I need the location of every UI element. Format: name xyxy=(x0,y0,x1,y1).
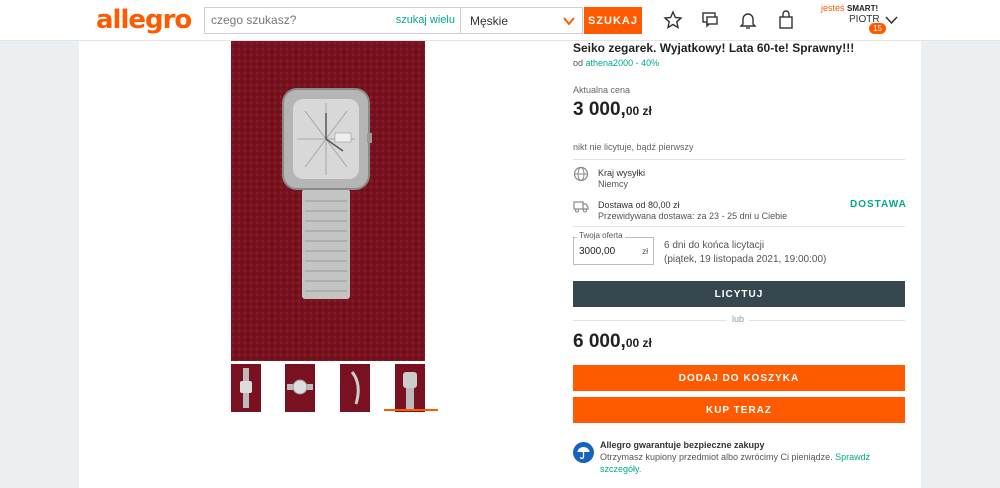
offer-field[interactable]: zł xyxy=(573,237,654,265)
category-value: Męskie xyxy=(470,14,509,28)
time-left: 6 dni do końca licytacji xyxy=(664,240,765,251)
smart-prefix: jesteś xyxy=(821,3,845,13)
delivery-link[interactable]: DOSTAWA xyxy=(850,199,907,210)
divider xyxy=(573,226,905,227)
product-card: Seiko zegarek. Wyjatkowy! Lata 60-te! Sp… xyxy=(79,41,921,488)
user-chevron-icon[interactable] xyxy=(885,14,898,26)
thumbnail-4[interactable] xyxy=(395,364,425,412)
smart-label[interactable]: jesteś SMART! xyxy=(821,3,878,13)
delivery-eta: Przewidywana dostawa: za 23 - 25 dni u C… xyxy=(598,211,788,221)
offer-currency: zł xyxy=(642,247,648,256)
bag-icon[interactable] xyxy=(776,10,796,30)
globe-icon xyxy=(573,166,589,182)
guarantee-description: Otrzymasz kupiony przedmiot albo zwrócim… xyxy=(600,452,833,462)
shipping-country-label: Kraj wysyłki xyxy=(598,168,646,178)
star-icon[interactable] xyxy=(663,10,683,30)
bid-button[interactable]: LICYTUJ xyxy=(573,281,905,307)
shipping-country: Niemcy xyxy=(598,179,629,189)
search-input[interactable] xyxy=(211,13,391,27)
guarantee-title: Allegro gwarantuje bezpieczne zakupy xyxy=(600,440,765,450)
thumbnail-3[interactable] xyxy=(340,364,370,412)
auction-end-date: (piątek, 19 listopada 2021, 19:00:00) xyxy=(664,254,827,265)
watch-photo xyxy=(231,41,425,361)
buy-now-button[interactable]: KUP TERAZ xyxy=(573,397,905,423)
current-price-label: Aktualna cena xyxy=(573,85,631,95)
search-button[interactable]: SZUKAJ xyxy=(584,7,642,34)
buy-now-price-main: 6 000, xyxy=(573,331,626,352)
selected-thumbnail-indicator xyxy=(384,409,438,411)
add-to-cart-button[interactable]: DODAJ DO KOSZYKA xyxy=(573,365,905,391)
umbrella-icon xyxy=(573,442,594,463)
seller-link[interactable]: athena2000 - 40% xyxy=(586,58,660,68)
top-header: allegro szukaj wielu Męskie SZUKAJ jeste… xyxy=(0,0,1000,41)
search-many-link[interactable]: szukaj wielu xyxy=(396,14,455,26)
thumbnail-2[interactable] xyxy=(285,364,315,412)
product-image[interactable] xyxy=(231,41,425,361)
or-text: lub xyxy=(727,314,750,324)
category-select[interactable]: Męskie xyxy=(460,7,583,34)
notification-badge: 15 xyxy=(869,23,886,34)
current-price-cents: 00 zł xyxy=(625,104,652,118)
buy-now-price: 6 000,00 zł xyxy=(573,331,905,353)
current-price: 3 000,00 zł xyxy=(573,99,905,121)
guarantee-text: Otrzymasz kupiony przedmiot albo zwrócim… xyxy=(600,451,890,475)
allegro-logo[interactable]: allegro xyxy=(96,5,192,35)
offer-input[interactable] xyxy=(579,246,637,257)
search-box: szukaj wielu xyxy=(204,7,460,34)
thumbnail-1[interactable] xyxy=(231,364,261,412)
seller-row: od athena2000 - 40% xyxy=(573,58,905,68)
chevron-down-icon xyxy=(563,17,575,26)
truck-icon xyxy=(573,201,589,213)
product-title: Seiko zegarek. Wyjatkowy! Lata 60-te! Sp… xyxy=(573,41,855,55)
smart-brand: SMART! xyxy=(847,4,879,13)
chat-icon[interactable] xyxy=(700,10,720,30)
offer-legend: Twoja oferta xyxy=(577,231,625,240)
current-price-main: 3 000, xyxy=(573,99,626,120)
buy-now-price-cents: 00 zł xyxy=(625,336,652,350)
bids-info: nikt nie licytuje, bądź pierwszy xyxy=(573,142,694,152)
divider xyxy=(573,159,905,160)
seller-prefix: od xyxy=(573,58,584,68)
delivery-price: Dostawa od 80,00 zł xyxy=(598,200,680,210)
bell-icon[interactable] xyxy=(738,10,758,30)
